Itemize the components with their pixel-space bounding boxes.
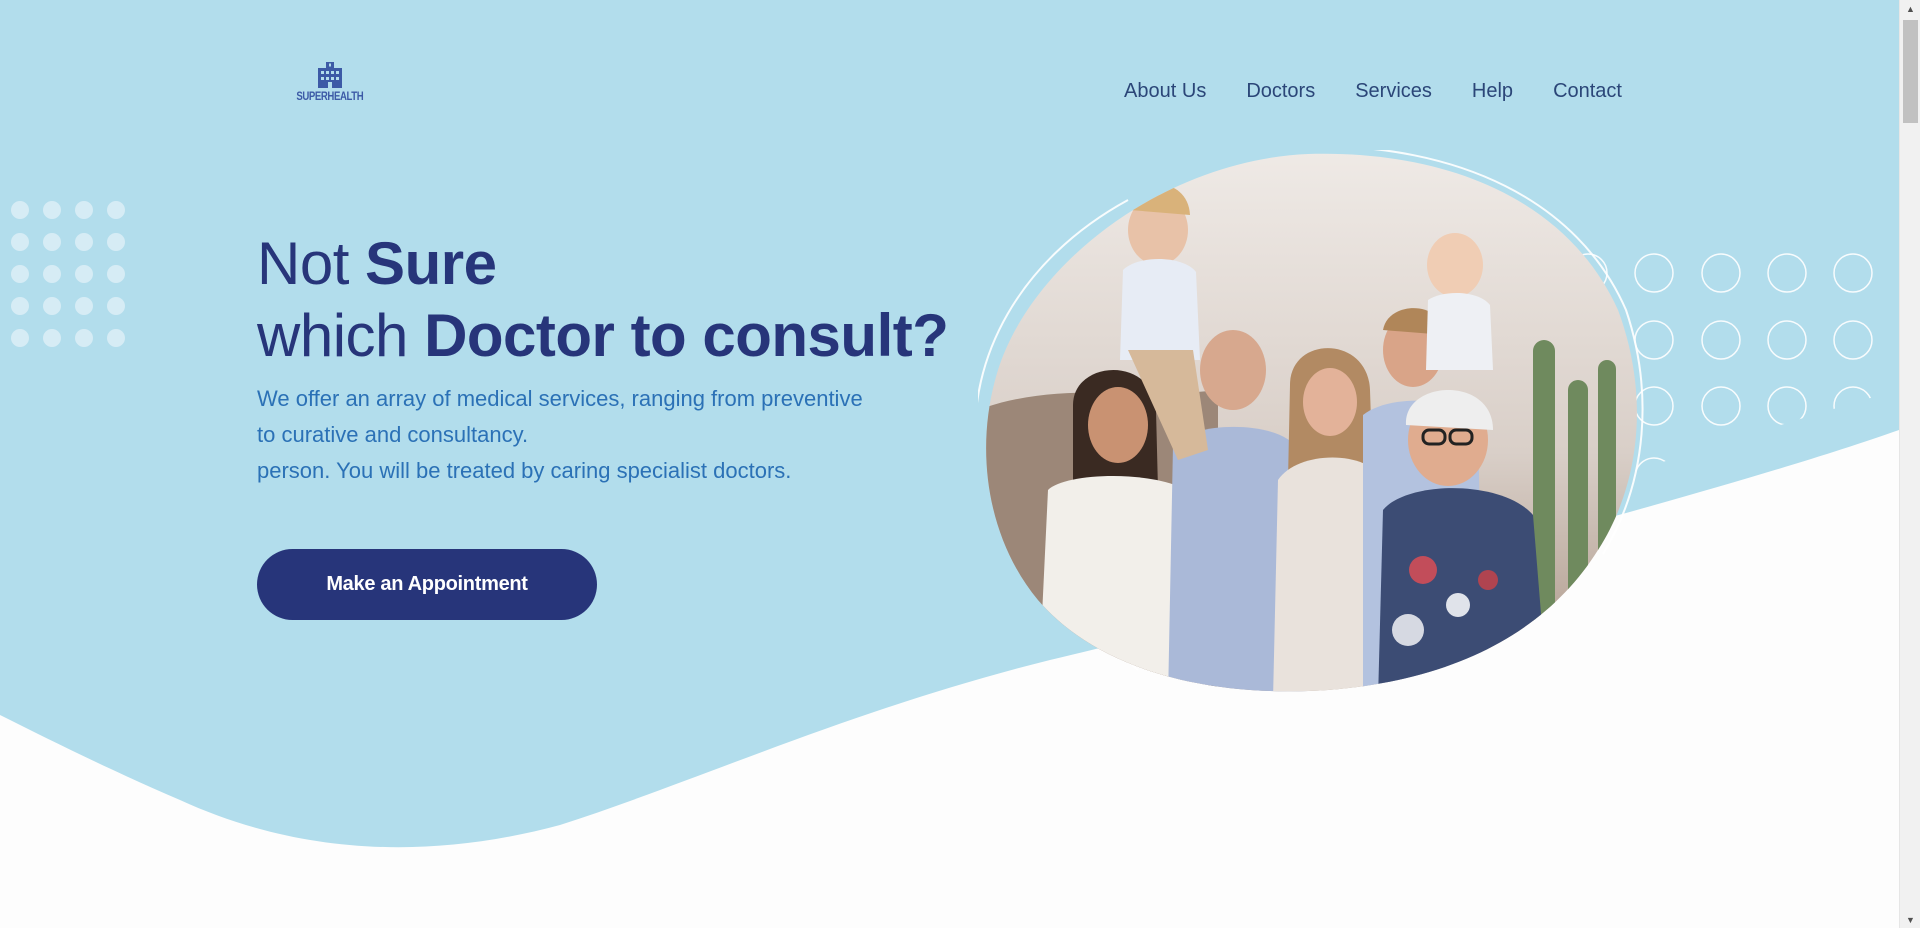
- main-navigation: About Us Doctors Services Help Contact: [1084, 80, 1622, 103]
- scrollbar-thumb[interactable]: [1903, 20, 1918, 123]
- landing-page: SUPERHEALTH About Us Doctors Services He…: [0, 0, 1899, 928]
- nav-link-help[interactable]: Help: [1472, 80, 1513, 103]
- triangle-up-icon[interactable]: ▲: [1900, 0, 1920, 17]
- hero-title-line-1: Not Sure: [257, 230, 497, 297]
- nav-link-services[interactable]: Services: [1355, 80, 1432, 103]
- hero-description-line-3: person. You will be treated by caring sp…: [257, 458, 792, 483]
- hero-title-line2-light: which: [257, 302, 425, 369]
- family-photo: [978, 150, 1644, 692]
- vertical-scrollbar[interactable]: ▲ ▼: [1899, 0, 1920, 928]
- hero-title-line1-light: Not: [257, 230, 366, 297]
- hero-title-line2-bold: Doctor to consult?: [424, 302, 949, 369]
- hospital-building-icon: [318, 62, 342, 88]
- nav-link-contact[interactable]: Contact: [1553, 80, 1622, 103]
- triangle-down-icon[interactable]: ▼: [1900, 911, 1920, 928]
- hero-title: Not Sure which Doctor to consult?: [257, 228, 949, 372]
- brand-logo[interactable]: SUPERHEALTH: [290, 62, 370, 112]
- decorative-dot-grid-left: [11, 201, 125, 347]
- make-appointment-button[interactable]: Make an Appointment: [257, 549, 597, 620]
- hero-description-line-1: We offer an array of medical services, r…: [257, 386, 863, 411]
- nav-link-doctors[interactable]: Doctors: [1246, 80, 1315, 103]
- hero-title-line-2: which Doctor to consult?: [257, 302, 949, 369]
- logo-text: SUPERHEALTH: [296, 89, 364, 103]
- hero-description: We offer an array of medical services, r…: [257, 381, 957, 489]
- nav-link-about-us[interactable]: About Us: [1124, 80, 1206, 103]
- hero-title-line1-bold: Sure: [365, 230, 497, 297]
- hero-description-line-2: to curative and consultancy.: [257, 422, 529, 447]
